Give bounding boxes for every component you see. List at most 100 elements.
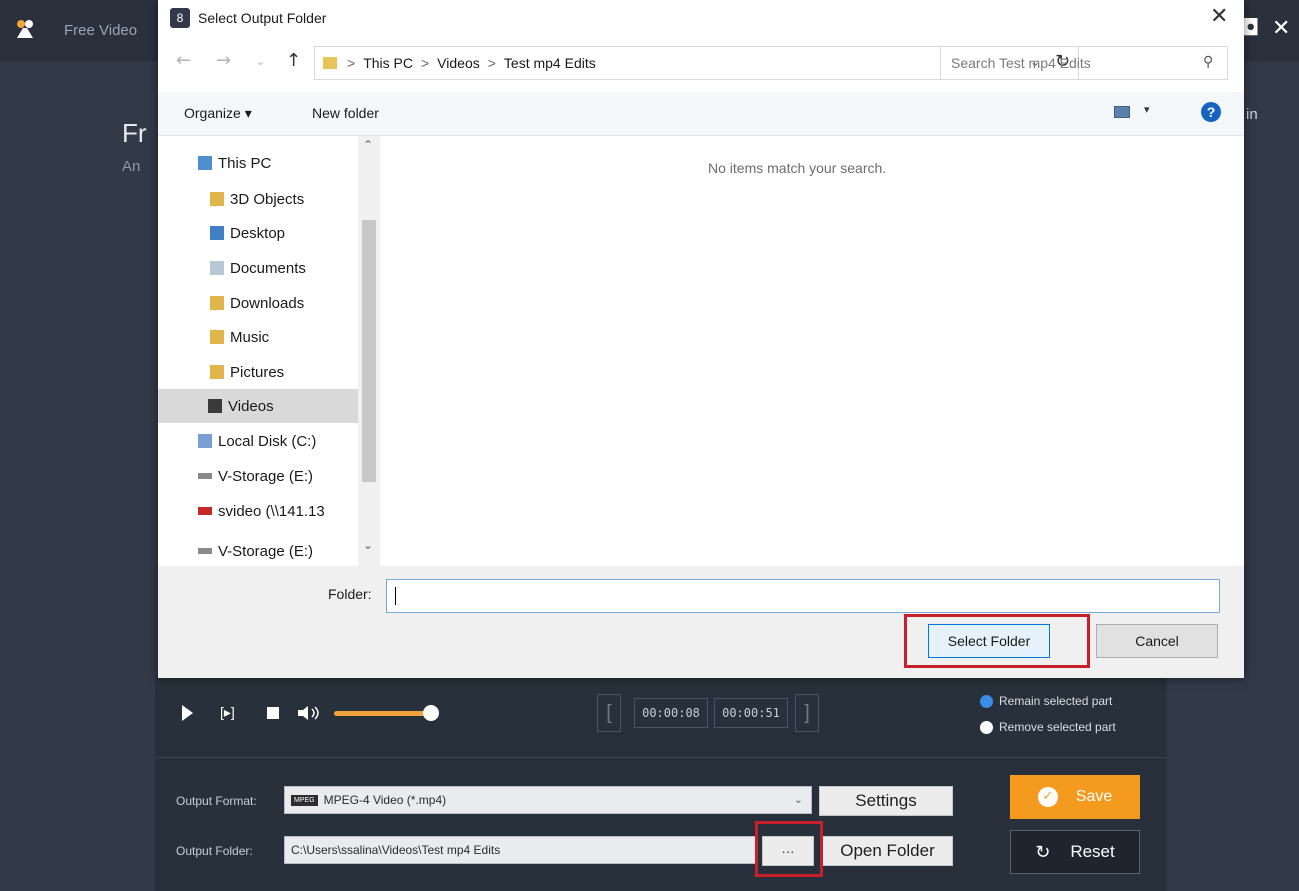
output-folder-field[interactable]: C:\Users\ssalina\Videos\Test mp4 Edits [284, 836, 756, 864]
desktop-icon [210, 226, 224, 240]
tree-item-music[interactable]: Music [210, 320, 370, 354]
tree-item-svideo[interactable]: svideo (\\141.13 [198, 494, 368, 528]
dialog-app-icon: 8 [170, 8, 190, 28]
text-caret [395, 587, 396, 605]
set-start-button[interactable]: [ [597, 694, 621, 732]
view-dropdown-icon[interactable]: ▾ [1144, 103, 1150, 116]
tree-item-documents[interactable]: Documents [210, 251, 370, 285]
file-list[interactable]: No items match your search. [386, 136, 1244, 566]
drive-icon [198, 548, 212, 554]
tree-item-label: Pictures [230, 363, 285, 381]
breadcrumb-separator: > [347, 55, 356, 71]
breadcrumb-this-pc[interactable]: This PC [363, 55, 413, 71]
tree-item-label: Videos [228, 397, 274, 415]
select-folder-dialog: 8 Select Output Folder ✕ ← → ⌄ ↑ > This … [158, 0, 1244, 678]
tree-item-label: Documents [230, 259, 306, 277]
recent-locations-icon[interactable]: ⌄ [256, 55, 265, 68]
network-drive-disconnected-icon [198, 507, 212, 515]
settings-button[interactable]: Settings [819, 786, 953, 816]
scroll-up-icon[interactable]: ⌃ [363, 138, 373, 152]
save-button[interactable]: ✓ Save [1010, 775, 1140, 819]
up-arrow-icon[interactable]: ↑ [286, 50, 301, 71]
new-folder-button[interactable]: New folder [312, 105, 379, 121]
volume-slider-handle[interactable] [423, 705, 439, 721]
search-input[interactable]: Search Test mp4 Edits ⚲ [940, 46, 1228, 80]
remain-selected-option[interactable]: Remain selected part [980, 694, 1112, 708]
tree-item-pictures[interactable]: Pictures [210, 355, 370, 389]
app-subheading: An [122, 158, 141, 175]
breadcrumb-separator: > [420, 55, 430, 71]
dialog-title: Select Output Folder [198, 10, 327, 26]
tree-item-v-storage-2[interactable]: V-Storage (E:) [198, 534, 358, 566]
login-button[interactable]: in [1246, 106, 1258, 123]
set-end-button[interactable]: ] [795, 694, 819, 732]
cancel-button[interactable]: Cancel [1096, 624, 1218, 658]
search-placeholder: Search Test mp4 Edits [951, 55, 1091, 71]
tree-item-label: V-Storage (E:) [218, 467, 314, 485]
back-arrow-icon[interactable]: ← [176, 50, 191, 71]
output-format-value: MPEG-4 Video (*.mp4) [323, 793, 447, 807]
tree-item-label: Local Disk (C:) [218, 432, 317, 450]
radio-unselected-icon[interactable] [980, 720, 993, 734]
breadcrumb-separator: > [487, 55, 496, 71]
dialog-toolbar: Organize ▾ New folder ▾ ? [158, 92, 1244, 136]
music-icon [210, 330, 224, 344]
tree-item-label: Music [230, 328, 270, 346]
tree-item-label: Desktop [230, 224, 286, 242]
tree-item-local-disk[interactable]: Local Disk (C:) [198, 424, 358, 458]
scroll-down-icon[interactable]: ⌄ [363, 538, 373, 552]
output-format-label: Output Format: [176, 794, 257, 808]
pictures-icon [210, 365, 224, 379]
tree-item-videos[interactable]: Videos [158, 389, 358, 423]
breadcrumb-videos[interactable]: Videos [437, 55, 480, 71]
search-icon[interactable]: ⚲ [1203, 54, 1213, 70]
tree-item-v-storage[interactable]: V-Storage (E:) [198, 459, 358, 493]
tree-item-downloads[interactable]: Downloads [210, 286, 370, 320]
volume-slider-track[interactable] [334, 711, 430, 716]
highlight-select-folder [904, 614, 1090, 668]
folder-label: Folder: [328, 586, 372, 602]
tree-item-label: V-Storage (E:) [218, 542, 314, 560]
remove-selected-option[interactable]: Remove selected part [980, 720, 1116, 734]
help-icon[interactable]: ? [1201, 102, 1221, 122]
forward-arrow-icon[interactable]: → [216, 50, 231, 71]
reset-button[interactable]: ↻ Reset [1010, 830, 1140, 874]
app-close-icon[interactable]: ✕ [1272, 16, 1290, 41]
tree-item-desktop[interactable]: Desktop [210, 216, 370, 250]
output-format-select[interactable]: MPEG MPEG-4 Video (*.mp4) ⌄ [284, 786, 812, 814]
tree-item-this-pc[interactable]: This PC [198, 146, 358, 180]
app-title: Free Video [64, 22, 138, 39]
end-time[interactable]: 00:00:51 [714, 698, 788, 728]
maximize-icon[interactable]: ◘ [1242, 16, 1259, 41]
play-icon[interactable] [180, 704, 194, 722]
tree-item-label: 3D Objects [230, 190, 305, 208]
open-folder-button[interactable]: Open Folder [822, 836, 953, 866]
remain-selected-label: Remain selected part [999, 694, 1113, 708]
volume-icon[interactable] [296, 704, 322, 722]
documents-icon [210, 261, 224, 275]
highlight-browse-button [755, 821, 823, 877]
reset-label: Reset [1070, 842, 1115, 861]
computer-icon [198, 156, 212, 170]
view-options-icon[interactable] [1114, 106, 1130, 118]
tree-item-3d-objects[interactable]: 3D Objects [210, 182, 370, 216]
scroll-thumb[interactable] [362, 220, 376, 482]
app-logo-icon [17, 20, 33, 38]
dialog-close-icon[interactable]: ✕ [1210, 4, 1228, 29]
output-folder-label: Output Folder: [176, 844, 253, 858]
play-selection-icon[interactable]: [▸] [220, 704, 235, 721]
cube-icon [210, 192, 224, 206]
check-circle-icon: ✓ [1037, 787, 1058, 807]
folder-input[interactable] [386, 579, 1220, 613]
stop-icon[interactable] [266, 706, 280, 720]
start-time[interactable]: 00:00:08 [634, 698, 708, 728]
disk-icon [198, 434, 212, 448]
tree-item-label: This PC [218, 154, 272, 172]
radio-selected-icon[interactable] [980, 694, 993, 708]
video-icon [208, 399, 222, 413]
save-label: Save [1075, 788, 1113, 805]
chevron-down-icon[interactable]: ⌄ [794, 793, 803, 806]
breadcrumb-test-mp4-edits[interactable]: Test mp4 Edits [504, 55, 596, 71]
organize-menu[interactable]: Organize ▾ [184, 105, 252, 122]
nav-scrollbar[interactable]: ⌃ ⌄ [358, 136, 380, 566]
